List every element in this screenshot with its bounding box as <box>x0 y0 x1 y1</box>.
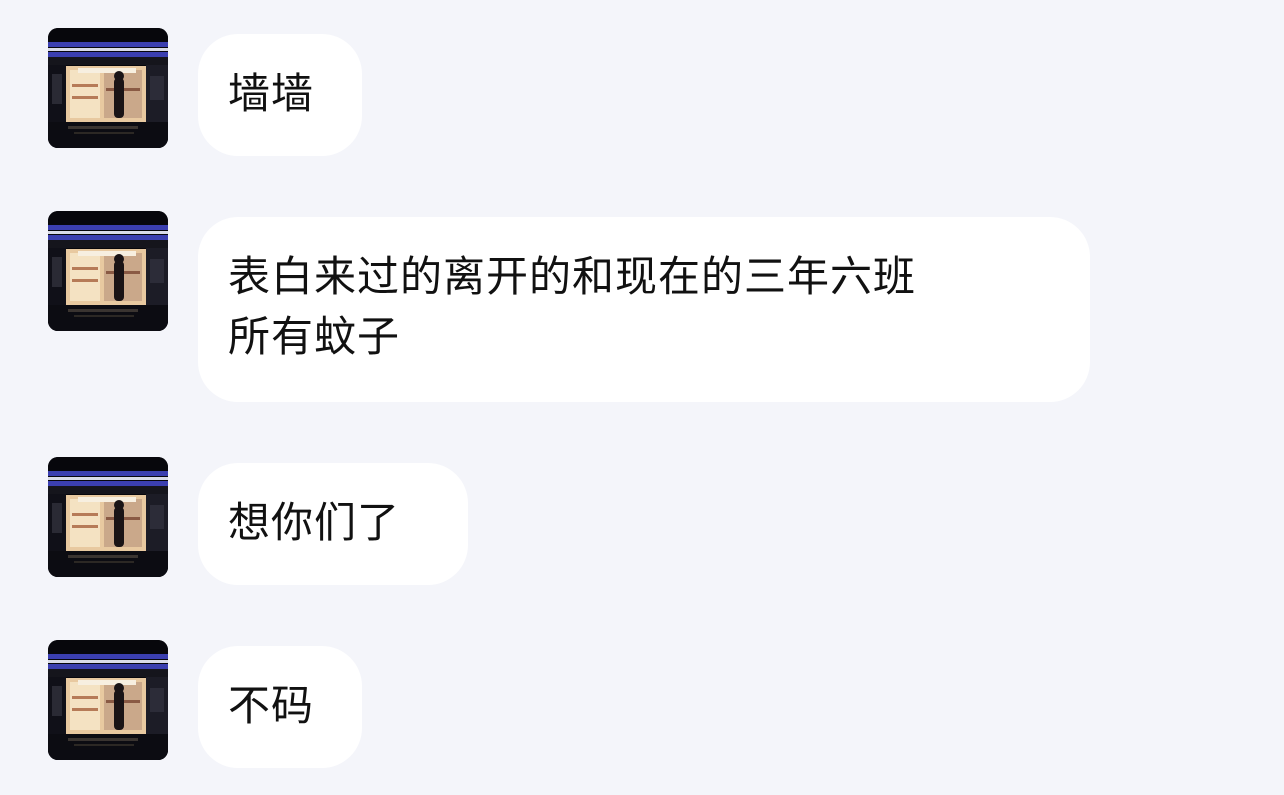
avatar[interactable] <box>48 211 168 331</box>
convenience-store-night-icon <box>48 457 168 577</box>
avatar[interactable] <box>48 457 168 577</box>
message-bubble[interactable]: 表白来过的离开的和现在的三年六班 所有蚊子 <box>198 217 1090 402</box>
convenience-store-night-icon <box>48 640 168 760</box>
avatar[interactable] <box>48 640 168 760</box>
avatar[interactable] <box>48 28 168 148</box>
chat-message-list: 墙墙 表白来过的离开的和现在的三年六班 所有蚊子 想你们了 不码 <box>0 0 1284 795</box>
message-bubble[interactable]: 墙墙 <box>198 34 362 156</box>
message-bubble[interactable]: 想你们了 <box>198 463 468 585</box>
convenience-store-night-icon <box>48 211 168 331</box>
convenience-store-night-icon <box>48 28 168 148</box>
message-bubble[interactable]: 不码 <box>198 646 362 768</box>
